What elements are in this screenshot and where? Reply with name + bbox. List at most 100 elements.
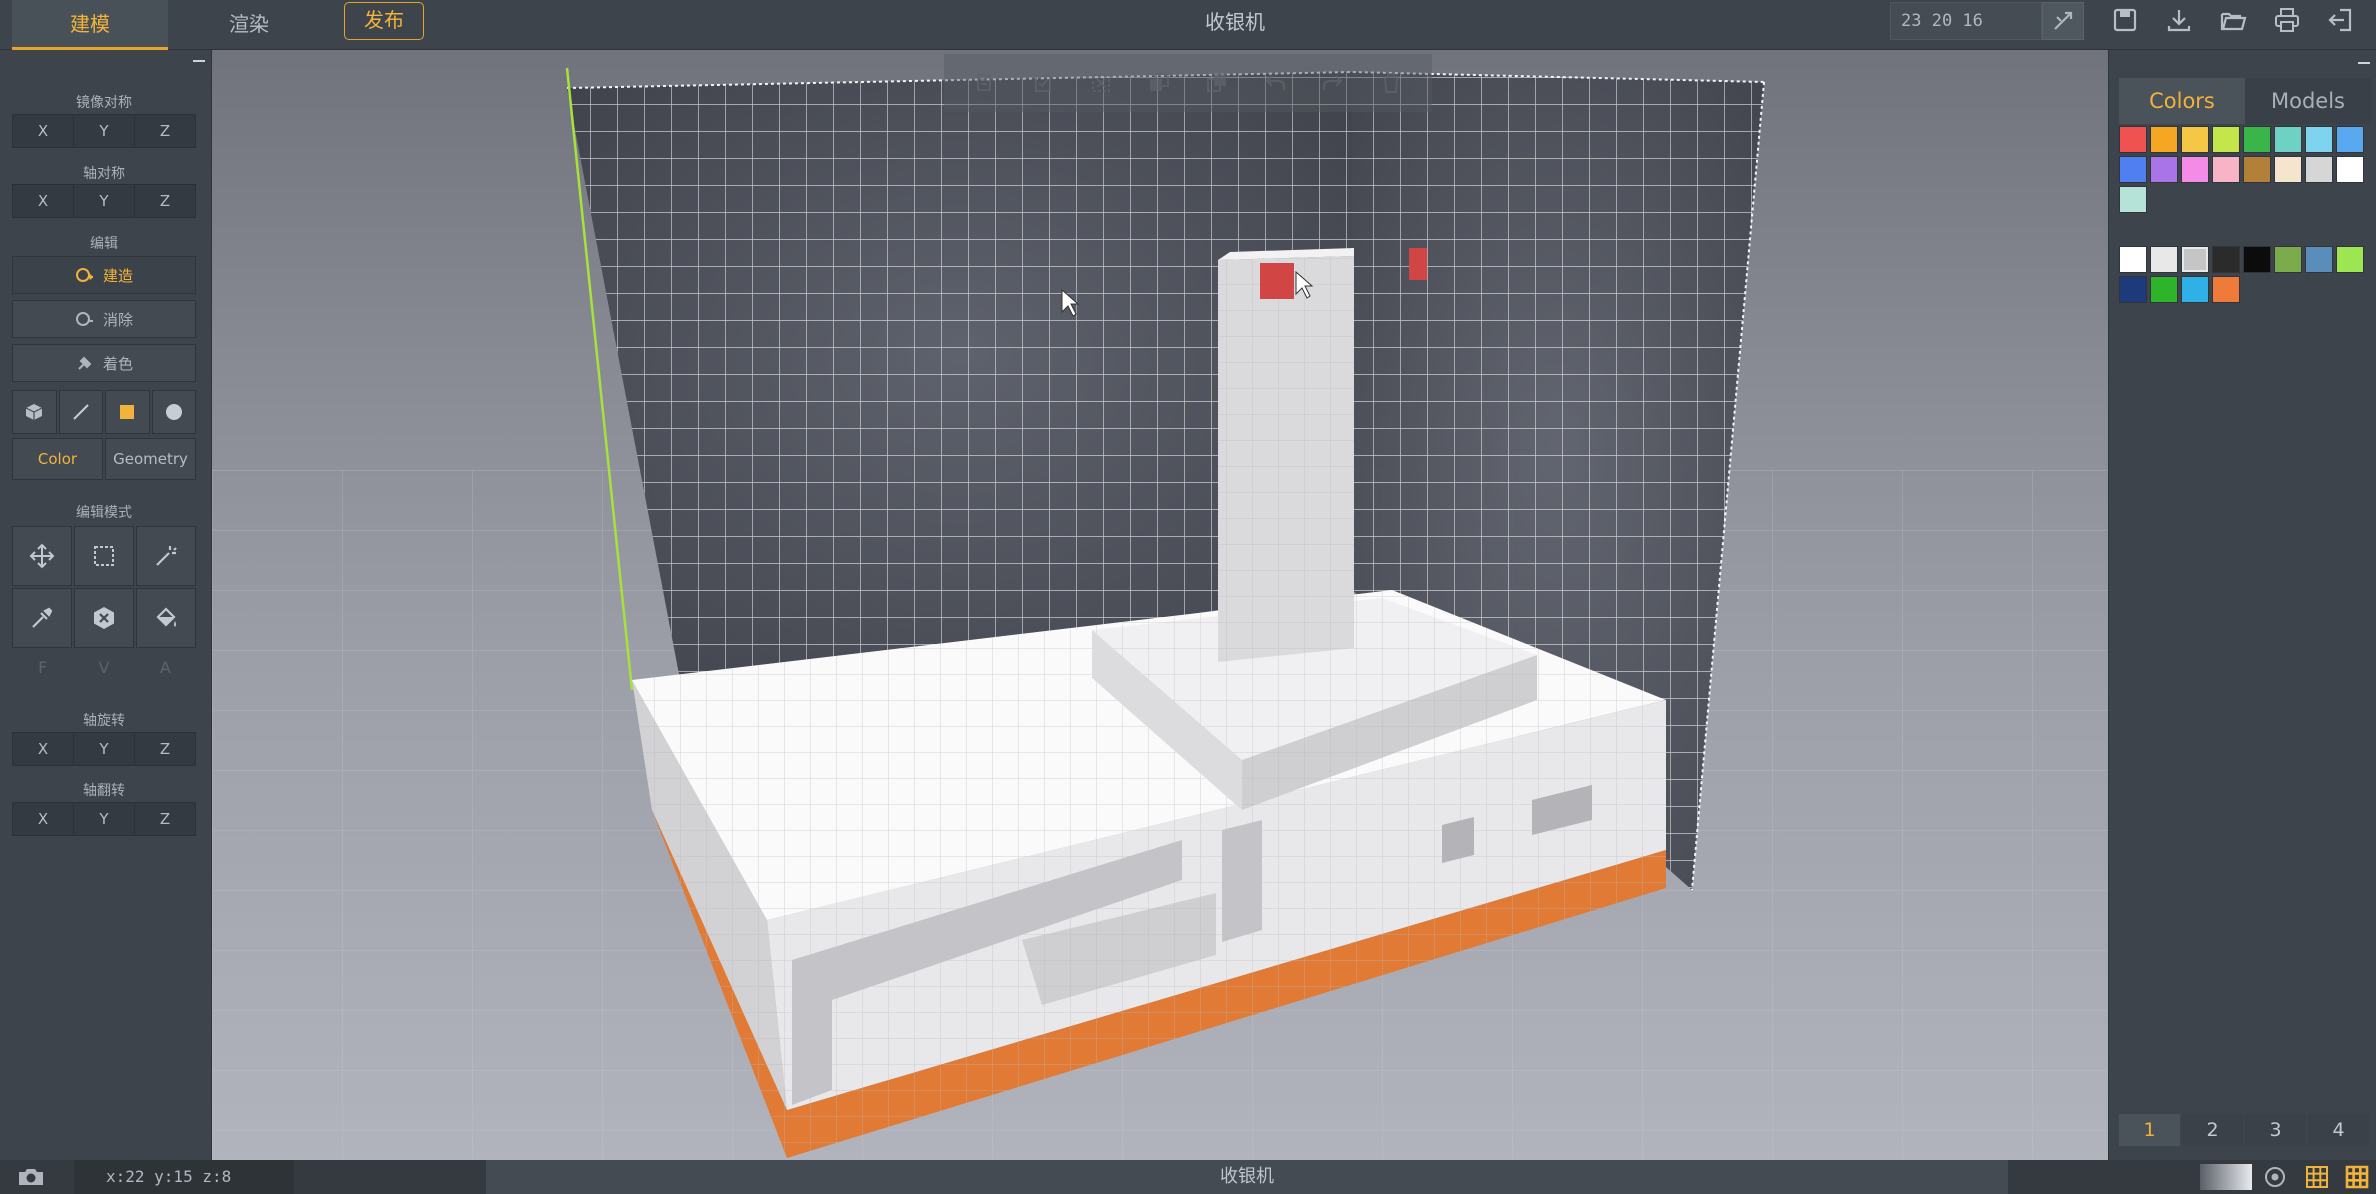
- camera-symmetry-x[interactable]: X: [13, 115, 74, 147]
- axis-rotate-x[interactable]: X: [13, 733, 74, 765]
- select-box-tool-button[interactable]: [74, 526, 134, 586]
- color-swatch[interactable]: [2305, 156, 2333, 183]
- color-swatch[interactable]: [2305, 246, 2333, 273]
- axis-rotate-z[interactable]: Z: [135, 733, 195, 765]
- color-swatch[interactable]: [2181, 246, 2209, 273]
- background-gradient-toggle[interactable]: [2200, 1164, 2252, 1190]
- copy-button[interactable]: [968, 66, 1002, 100]
- tab-modeling[interactable]: 建模: [12, 0, 168, 50]
- color-swatch[interactable]: [2336, 126, 2364, 153]
- paste-button[interactable]: [1026, 66, 1060, 100]
- paint-button[interactable]: 着色: [12, 344, 196, 382]
- camera-symmetry-z[interactable]: Z: [135, 115, 195, 147]
- eyedropper-tool-button[interactable]: [12, 588, 72, 648]
- target-toggle-button[interactable]: [2262, 1164, 2290, 1190]
- color-swatch[interactable]: [2243, 156, 2271, 183]
- color-swatch[interactable]: [2119, 126, 2147, 153]
- coordinates-display[interactable]: 23 20 16: [1890, 2, 2042, 40]
- axis-flip-x[interactable]: X: [13, 803, 74, 835]
- clear-tool-button[interactable]: [74, 588, 134, 648]
- color-swatch[interactable]: [2274, 156, 2302, 183]
- tab-models[interactable]: Models: [2245, 78, 2371, 124]
- color-swatch[interactable]: [2305, 126, 2333, 153]
- move-tool-button[interactable]: [12, 526, 72, 586]
- color-swatch[interactable]: [2181, 156, 2209, 183]
- right-palette-panel: Colors Models 1 2 3 4: [2108, 50, 2376, 1160]
- grid-toggle-button[interactable]: [2304, 1164, 2332, 1190]
- build-button[interactable]: 建造: [12, 256, 196, 294]
- collapse-right-panel-button[interactable]: [2355, 54, 2373, 72]
- color-swatch[interactable]: [2212, 156, 2240, 183]
- voxel-scene[interactable]: [212, 50, 2108, 1160]
- color-swatch[interactable]: [2119, 246, 2147, 273]
- redo-button[interactable]: [1316, 66, 1350, 100]
- color-swatch[interactable]: [2150, 156, 2178, 183]
- fva-a[interactable]: A: [135, 650, 196, 686]
- display-red-voxel: [1260, 263, 1294, 299]
- axis-symmetry-x[interactable]: X: [13, 185, 74, 217]
- palette-page-3[interactable]: 3: [2245, 1114, 2306, 1146]
- color-swatch[interactable]: [2212, 246, 2240, 273]
- print-button[interactable]: [2272, 6, 2306, 36]
- sphere-shape-button[interactable]: [151, 390, 196, 434]
- delete-button[interactable]: [1374, 66, 1408, 100]
- axis-flip-y[interactable]: Y: [74, 803, 135, 835]
- save-button[interactable]: [2110, 6, 2144, 36]
- erase-button[interactable]: 消除: [12, 300, 196, 338]
- color-swatch[interactable]: [2274, 126, 2302, 153]
- magic-wand-tool-button[interactable]: [136, 526, 196, 586]
- color-swatch[interactable]: [2181, 126, 2209, 153]
- axis-symmetry-y[interactable]: Y: [74, 185, 135, 217]
- color-swatch[interactable]: [2150, 276, 2178, 303]
- color-swatch[interactable]: [2119, 156, 2147, 183]
- color-swatch[interactable]: [2150, 246, 2178, 273]
- color-swatch[interactable]: [2181, 276, 2209, 303]
- palette-page-1[interactable]: 1: [2119, 1114, 2180, 1146]
- floor-grid-toggle-button[interactable]: [2344, 1164, 2372, 1190]
- cube-shape-button[interactable]: [12, 390, 57, 434]
- color-swatch[interactable]: [2212, 276, 2240, 303]
- color-swatch[interactable]: [2336, 246, 2364, 273]
- palette-page-2[interactable]: 2: [2182, 1114, 2243, 1146]
- screenshot-button[interactable]: [16, 1166, 46, 1188]
- ruler-tool-button[interactable]: [2042, 2, 2084, 40]
- color-swatch[interactable]: [2212, 126, 2240, 153]
- color-swatch[interactable]: [2336, 156, 2364, 183]
- exit-button[interactable]: [2326, 6, 2360, 36]
- color-swatch[interactable]: [2119, 186, 2147, 213]
- palette-page-4[interactable]: 4: [2308, 1114, 2369, 1146]
- color-swatch[interactable]: [2274, 246, 2302, 273]
- fva-f[interactable]: F: [12, 650, 73, 686]
- 3d-viewport[interactable]: [212, 50, 2108, 1160]
- download-button[interactable]: [2164, 6, 2198, 36]
- edit-mode-label: 编辑模式: [76, 505, 132, 521]
- tab-render[interactable]: 渲染: [186, 0, 312, 50]
- camera-symmetry-y[interactable]: Y: [74, 115, 135, 147]
- collapse-left-panel-button[interactable]: [190, 52, 208, 70]
- fill-bucket-icon: [156, 607, 176, 627]
- axis-flip-z[interactable]: Z: [135, 803, 195, 835]
- axis-rotate-label: 轴旋转: [83, 713, 125, 729]
- palette-tabs: Colors Models: [2119, 78, 2371, 124]
- duplicate-button[interactable]: [1142, 66, 1176, 100]
- undo-button[interactable]: [1258, 66, 1292, 100]
- merge-button[interactable]: [1200, 66, 1234, 100]
- axis-symmetry-z[interactable]: Z: [135, 185, 195, 217]
- open-folder-button[interactable]: [2218, 6, 2252, 36]
- color-mode-button[interactable]: Color: [12, 438, 103, 480]
- cut-button[interactable]: [1084, 66, 1118, 100]
- fva-v[interactable]: V: [73, 650, 134, 686]
- line-shape-button[interactable]: [58, 390, 103, 434]
- square-shape-button[interactable]: [105, 390, 150, 434]
- viewport-edit-toolbar: [944, 54, 1432, 112]
- color-swatch[interactable]: [2150, 126, 2178, 153]
- tab-colors[interactable]: Colors: [2119, 78, 2245, 124]
- fill-bucket-tool-button[interactable]: [136, 588, 196, 648]
- publish-button[interactable]: 发布: [344, 2, 424, 40]
- color-swatch[interactable]: [2243, 246, 2271, 273]
- color-swatch[interactable]: [2243, 126, 2271, 153]
- axis-rotate-y[interactable]: Y: [74, 733, 135, 765]
- geometry-mode-button[interactable]: Geometry: [105, 438, 196, 480]
- color-swatch[interactable]: [2119, 276, 2147, 303]
- move-icon: [29, 543, 55, 569]
